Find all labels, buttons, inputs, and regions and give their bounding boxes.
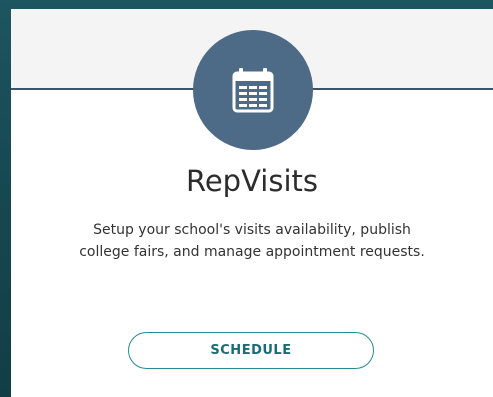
description-line-1: Setup your school's visits availability,… (93, 222, 411, 238)
calendar-icon-badge (193, 30, 313, 150)
schedule-button[interactable]: SCHEDULE (128, 332, 374, 369)
card-title: RepVisits (185, 164, 318, 198)
description-line-2: college fairs, and manage appointment re… (79, 244, 425, 260)
card-description: Setup your school's visits availability,… (31, 219, 473, 263)
page-background: RepVisits Setup your school's visits ava… (0, 0, 493, 397)
header-divider-left (11, 88, 194, 90)
calendar-icon (232, 68, 274, 113)
repvisits-card: RepVisits Setup your school's visits ava… (11, 9, 493, 397)
header-divider-right (312, 88, 493, 90)
